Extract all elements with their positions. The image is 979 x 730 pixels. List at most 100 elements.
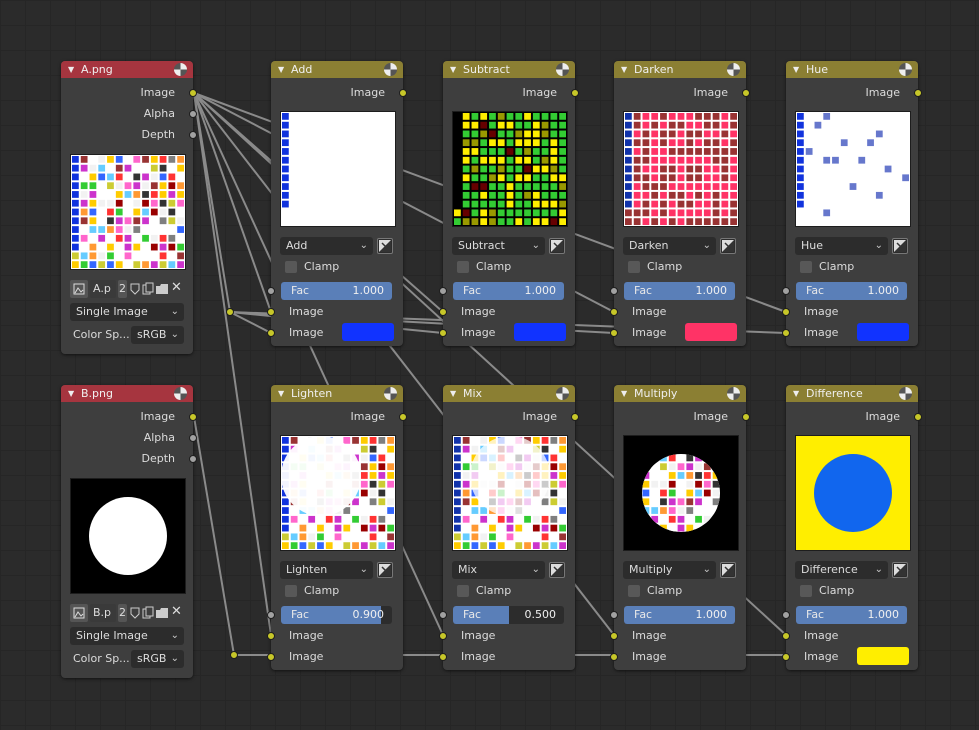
blend-mode-dropdown[interactable]: Multiply ⌄ (623, 561, 716, 579)
output-image-socket[interactable] (914, 89, 922, 97)
fac-slider[interactable]: Fac 1.000 (453, 282, 564, 300)
image-filename[interactable]: A.p (93, 282, 111, 295)
mix-node-8[interactable]: ▼ Difference Image Difference ⌄ Clamp Fa… (782, 385, 922, 670)
mix-node-3[interactable]: ▼ Darken Image Darken ⌄ Clamp Fac 1.000 … (610, 61, 750, 346)
output-depth-socket[interactable] (189, 131, 197, 139)
image-users-count[interactable]: 2 (119, 282, 126, 295)
input-image2-socket[interactable] (610, 329, 618, 337)
input-fac-socket[interactable] (610, 287, 618, 295)
mix-node-1[interactable]: ▼ Add Image Add ⌄ Clamp Fac 1.000 Image … (267, 61, 407, 346)
input-fac-socket[interactable] (782, 287, 790, 295)
fac-slider[interactable]: Fac 0.500 (453, 606, 564, 624)
node-header[interactable]: ▼ Hue (786, 61, 918, 78)
input-fac-socket[interactable] (439, 611, 447, 619)
clamp-checkbox[interactable] (285, 261, 297, 273)
color-swatch[interactable] (342, 323, 394, 341)
input-image2-socket[interactable] (439, 653, 447, 661)
image-selector[interactable]: A.p 2 ✕ (70, 280, 184, 298)
clamp-checkbox[interactable] (457, 261, 469, 273)
output-image-socket[interactable] (742, 89, 750, 97)
image-browse-icon[interactable] (70, 604, 88, 622)
clamp-checkbox[interactable] (800, 585, 812, 597)
blend-mode-dropdown[interactable]: Hue ⌄ (795, 237, 888, 255)
preview-toggle-icon[interactable] (727, 387, 740, 400)
color-swatch[interactable] (857, 647, 909, 665)
collapse-icon[interactable]: ▼ (68, 65, 74, 74)
image-node-a[interactable]: ▼ A.png Image Alpha Depth A.p 2 ✕ Single… (61, 61, 197, 354)
fake-user-icon[interactable] (129, 282, 141, 299)
clamp-checkbox[interactable] (285, 585, 297, 597)
node-header[interactable]: ▼ Darken (614, 61, 746, 78)
blend-mode-dropdown[interactable]: Lighten ⌄ (280, 561, 373, 579)
open-image-icon[interactable] (155, 606, 169, 623)
output-image-socket[interactable] (399, 413, 407, 421)
output-alpha-socket[interactable] (189, 434, 197, 442)
fac-slider[interactable]: Fac 1.000 (624, 606, 735, 624)
use-alpha-toggle-icon[interactable] (549, 562, 565, 578)
color-swatch[interactable] (857, 323, 909, 341)
input-fac-socket[interactable] (782, 611, 790, 619)
preview-toggle-icon[interactable] (556, 387, 569, 400)
image-browse-icon[interactable] (70, 280, 88, 298)
open-image-icon[interactable] (155, 282, 169, 299)
node-header[interactable]: ▼ Subtract (443, 61, 575, 78)
fac-slider[interactable]: Fac 1.000 (796, 606, 907, 624)
blend-mode-dropdown[interactable]: Difference ⌄ (795, 561, 888, 579)
input-image1-socket[interactable] (782, 632, 790, 640)
node-header[interactable]: ▼ A.png (61, 61, 193, 78)
input-image2-socket[interactable] (267, 329, 275, 337)
image-node-b[interactable]: ▼ B.png Image Alpha Depth B.p 2 ✕ Single… (61, 385, 197, 678)
clamp-checkbox[interactable] (800, 261, 812, 273)
collapse-icon[interactable]: ▼ (278, 389, 284, 398)
input-fac-socket[interactable] (267, 611, 275, 619)
use-alpha-toggle-icon[interactable] (720, 238, 736, 254)
input-image2-socket[interactable] (610, 653, 618, 661)
preview-toggle-icon[interactable] (556, 63, 569, 76)
node-header[interactable]: ▼ Multiply (614, 385, 746, 402)
collapse-icon[interactable]: ▼ (68, 389, 74, 398)
preview-toggle-icon[interactable] (727, 63, 740, 76)
node-header[interactable]: ▼ Difference (786, 385, 918, 402)
clamp-checkbox[interactable] (628, 261, 640, 273)
image-users-count[interactable]: 2 (119, 606, 126, 619)
input-image1-socket[interactable] (267, 308, 275, 316)
preview-toggle-icon[interactable] (384, 63, 397, 76)
output-depth-socket[interactable] (189, 455, 197, 463)
input-image1-socket[interactable] (267, 632, 275, 640)
use-alpha-toggle-icon[interactable] (892, 562, 908, 578)
preview-toggle-icon[interactable] (899, 63, 912, 76)
use-alpha-toggle-icon[interactable] (377, 562, 393, 578)
reroute-node[interactable] (230, 651, 238, 659)
node-header[interactable]: ▼ Mix (443, 385, 575, 402)
reroute-node[interactable] (226, 308, 234, 316)
blend-mode-dropdown[interactable]: Mix ⌄ (452, 561, 545, 579)
image-source-dropdown[interactable]: Single Image ⌄ (70, 627, 184, 645)
fac-slider[interactable]: Fac 1.000 (796, 282, 907, 300)
input-fac-socket[interactable] (439, 287, 447, 295)
unlink-image-icon[interactable]: ✕ (171, 280, 182, 295)
input-image2-socket[interactable] (782, 653, 790, 661)
mix-node-2[interactable]: ▼ Subtract Image Subtract ⌄ Clamp Fac 1.… (439, 61, 579, 346)
use-alpha-toggle-icon[interactable] (377, 238, 393, 254)
blend-mode-dropdown[interactable]: Darken ⌄ (623, 237, 716, 255)
mix-node-6[interactable]: ▼ Mix Image Mix ⌄ Clamp Fac 0.500 Image … (439, 385, 579, 670)
collapse-icon[interactable]: ▼ (450, 389, 456, 398)
output-image-socket[interactable] (914, 413, 922, 421)
input-image1-socket[interactable] (610, 308, 618, 316)
collapse-icon[interactable]: ▼ (793, 389, 799, 398)
collapse-icon[interactable]: ▼ (278, 65, 284, 74)
preview-toggle-icon[interactable] (174, 387, 187, 400)
output-image-socket[interactable] (571, 89, 579, 97)
output-alpha-socket[interactable] (189, 110, 197, 118)
colorspace-dropdown[interactable]: sRGB ⌄ (131, 650, 184, 668)
clamp-checkbox[interactable] (628, 585, 640, 597)
preview-toggle-icon[interactable] (899, 387, 912, 400)
image-filename[interactable]: B.p (93, 606, 111, 619)
fac-slider[interactable]: Fac 1.000 (281, 282, 392, 300)
input-image2-socket[interactable] (439, 329, 447, 337)
output-image-socket[interactable] (571, 413, 579, 421)
use-alpha-toggle-icon[interactable] (892, 238, 908, 254)
fac-slider[interactable]: Fac 0.900 (281, 606, 392, 624)
input-image1-socket[interactable] (610, 632, 618, 640)
node-header[interactable]: ▼ B.png (61, 385, 193, 402)
